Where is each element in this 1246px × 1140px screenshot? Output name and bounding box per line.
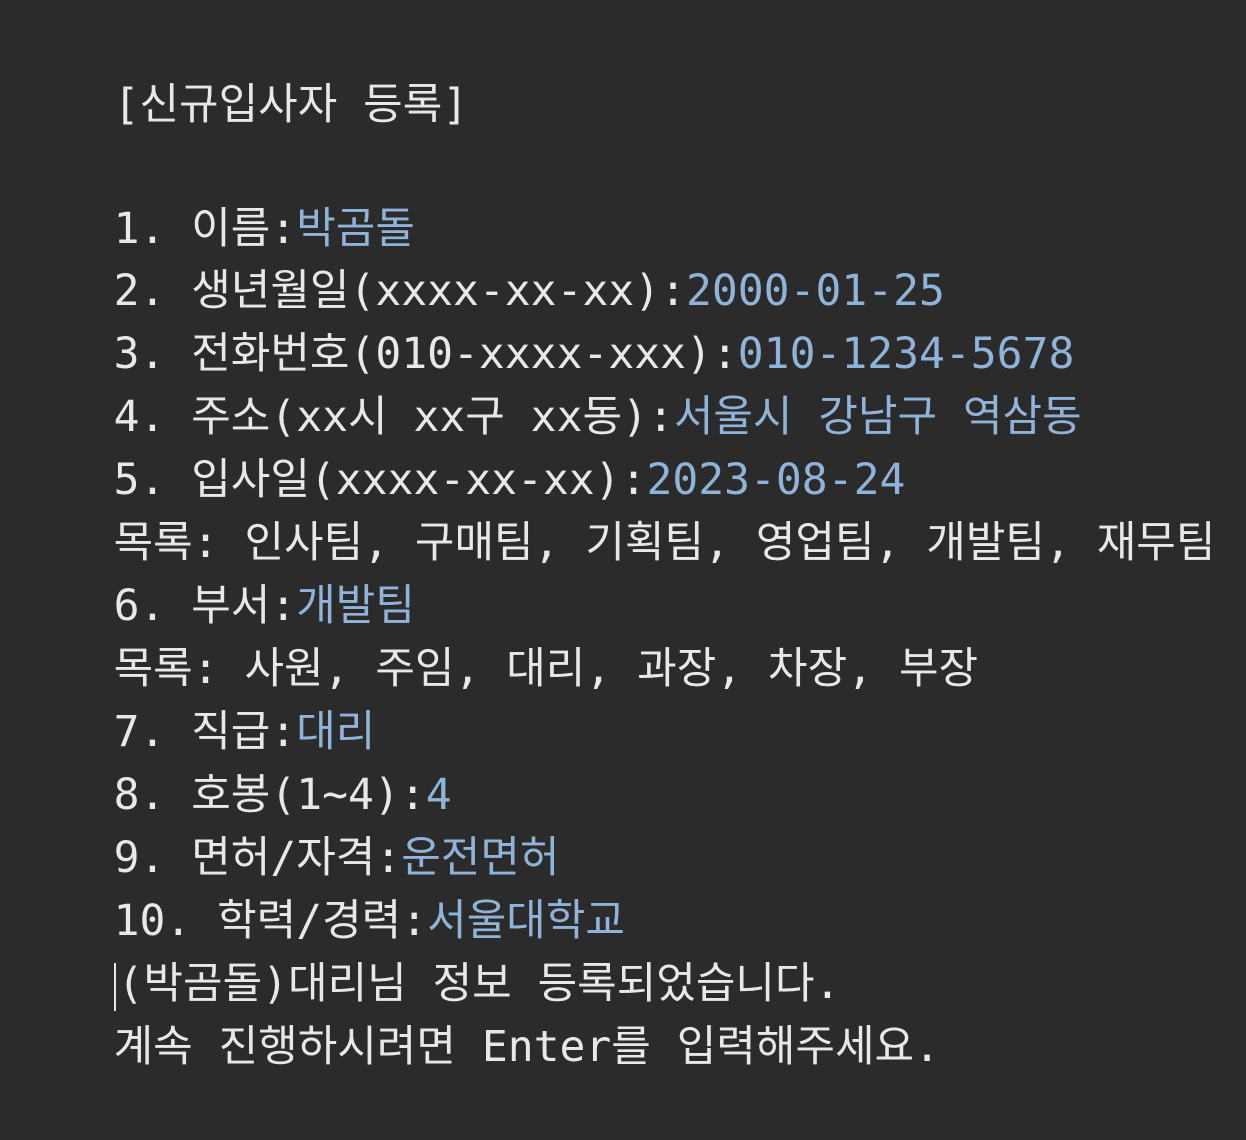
field-dept-line: 6. 부서:개발팀 xyxy=(10,513,415,631)
console-window[interactable]: [신규입사자 등록] 1. 이름:박곰돌 2. 생년월일(xxxx-xx-xx)… xyxy=(0,0,1246,1072)
continue-message: 계속 진행하시려면 Enter를 입력해주세요. xyxy=(113,1022,940,1072)
field-address-line: 4. 주소(xx시 xx구 xx동):서울시 강남구 역삼동 xyxy=(10,324,1082,442)
dept-list-line: 목록: 인사팀, 구매팀, 기획팀, 영업팀, 개발팀, 재무팀 xyxy=(10,450,1216,568)
field-phone-line: 3. 전화번호(010-xxxx-xxx):010-1234-5678 xyxy=(10,261,1075,379)
console-title: [신규입사자 등록] xyxy=(113,80,469,130)
field-birthdate-line: 2. 생년월일(xxxx-xx-xx):2000-01-25 xyxy=(10,198,945,316)
field-name-line: 1. 이름:박곰돌 xyxy=(10,136,415,254)
rank-list-line: 목록: 사원, 주임, 대리, 과장, 차장, 부장 xyxy=(10,576,979,694)
field-education-line: 10. 학력/경력:서울대학교 xyxy=(10,828,625,946)
field-step-line: 8. 호봉(1~4):4 xyxy=(10,702,452,820)
result-line: (박곰돌)대리님 정보 등록되었습니다. xyxy=(10,891,840,1011)
continue-line: 계속 진행하시려면 Enter를 입력해주세요. xyxy=(10,954,940,1072)
field-license-line: 9. 면허/자격:운전면허 xyxy=(10,765,560,883)
field-rank-line: 7. 직급:대리 xyxy=(10,639,376,757)
field-hiredate-line: 5. 입사일(xxxx-xx-xx):2023-08-24 xyxy=(10,387,906,505)
title-line: [신규입사자 등록] xyxy=(10,12,469,130)
